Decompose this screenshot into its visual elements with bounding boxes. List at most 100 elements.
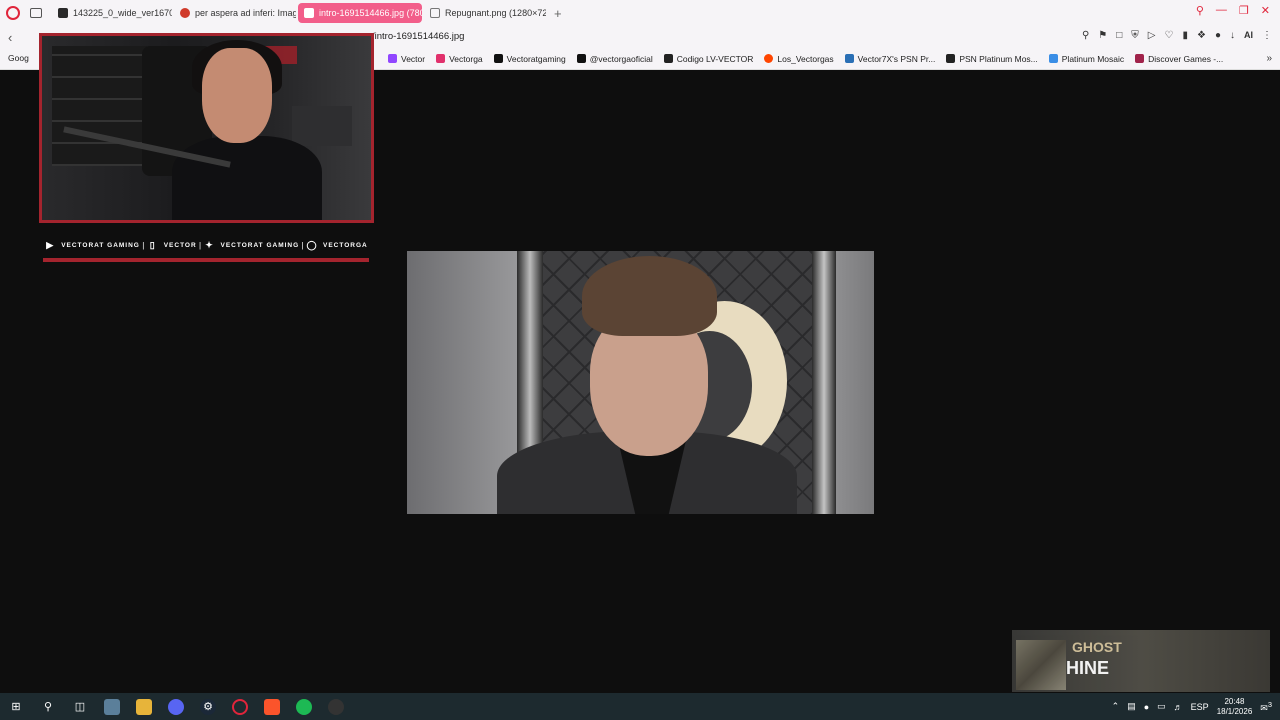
- tab-favicon-icon: [430, 8, 440, 18]
- spotify-icon[interactable]: [296, 698, 312, 715]
- bookmark-item[interactable]: Discover Games -...: [1135, 54, 1223, 64]
- clock[interactable]: 20:48 18/1/2026: [1217, 697, 1253, 717]
- clock-date: 18/1/2026: [1216, 706, 1253, 716]
- display-icon[interactable]: ▭: [1157, 701, 1166, 712]
- tab-label: per aspera ad inferi: Imag: [195, 8, 296, 18]
- network-icon[interactable]: ▤: [1127, 701, 1136, 712]
- play-icon[interactable]: ▷: [1148, 30, 1156, 41]
- social-links-bar: ▶ VECTORAT GAMING | ▯ VECTOR | ✦ VECTORAT G…: [43, 232, 369, 262]
- search-icon[interactable]: ⚲: [40, 699, 56, 715]
- download-icon[interactable]: ↓: [1230, 30, 1235, 41]
- bookmark-item[interactable]: Codigo LV-VECTOR: [663, 54, 753, 64]
- viewed-image: [407, 251, 874, 514]
- address-tools: ⚲ ⚑ □ ⛨ ▷ ♡ ▮ ❖ ● ↓ AI ⋮: [1082, 30, 1272, 41]
- tab-label: Repugnant.png (1280×720: [445, 8, 546, 18]
- bookmark-item[interactable]: PSN Platinum Mos...: [946, 53, 1038, 64]
- bookmark-item[interactable]: @vectorgaoficial: [576, 53, 653, 64]
- tab-bar: 143225_0_wide_ver167054 per aspera ad in…: [0, 0, 1280, 26]
- discord-icon[interactable]: [168, 698, 184, 715]
- bookmark-item[interactable]: Vector: [388, 54, 425, 64]
- taskbar: ⊞ ⚲ ◫ ⚙ ⌃ ▤ ● ▭ ♬ ESP 20:48 18/1/2026 ✉3: [0, 693, 1280, 720]
- tab-favicon-icon: [304, 8, 314, 18]
- bookmark-item[interactable]: Los_Vectorgas: [764, 54, 834, 64]
- bookmark-item[interactable]: Vectorga: [436, 54, 483, 64]
- app-icon[interactable]: [104, 698, 120, 715]
- new-tab-icon[interactable]: +: [554, 6, 562, 21]
- social-label: VECTORAT GAMING: [61, 241, 140, 249]
- games-icon: [1135, 54, 1145, 63]
- twitch-icon: ▯: [149, 239, 156, 250]
- bookmark-item[interactable]: Vectoratgaming: [493, 53, 566, 64]
- social-label: VECTORGA: [323, 241, 368, 249]
- search-tabs-icon[interactable]: ⚲: [1196, 4, 1204, 17]
- language-indicator[interactable]: ESP: [1191, 702, 1209, 712]
- brave-icon[interactable]: [264, 698, 280, 715]
- code-icon: [663, 54, 673, 63]
- extensions-icon[interactable]: ❖: [1197, 30, 1206, 41]
- bookmark-google[interactable]: Goog: [8, 53, 29, 63]
- twitter-icon: ✦: [205, 239, 214, 250]
- close-icon[interactable]: ✕: [1261, 4, 1270, 17]
- volume-icon[interactable]: ♬: [1174, 702, 1183, 712]
- tab-0[interactable]: 143225_0_wide_ver167054: [52, 3, 172, 23]
- tiktok-icon: [576, 54, 586, 63]
- snapshot-icon[interactable]: □: [1116, 30, 1122, 41]
- social-youtube: ▶ VECTORAT GAMING: [44, 240, 140, 250]
- shield-icon[interactable]: ⛨: [1131, 30, 1139, 41]
- chevron-up-icon[interactable]: ⌃: [1112, 701, 1120, 712]
- psn-icon: [946, 54, 956, 63]
- instagram-icon: ◯: [306, 239, 318, 250]
- tab-label: intro-1691514466.jpg (780: [319, 8, 422, 18]
- pin-icon[interactable]: ⚑: [1098, 30, 1107, 41]
- now-playing-artist: GHOST: [1072, 639, 1122, 655]
- social-twitch: ▯ VECTOR: [147, 240, 197, 250]
- notification-count: 3: [1267, 699, 1272, 709]
- heart-icon[interactable]: ♡: [1165, 30, 1174, 41]
- minimize-icon[interactable]: —: [1216, 4, 1227, 17]
- tab-2[interactable]: intro-1691514466.jpg (780: [298, 3, 422, 23]
- bookmark-label: Vectoratgaming: [506, 53, 566, 64]
- reddit-icon: [764, 54, 774, 63]
- bookmark-label: Platinum Mosaic: [1061, 53, 1125, 64]
- social-twitter: ✦ VECTORAT GAMING: [204, 240, 300, 250]
- tab-island-icon[interactable]: [30, 8, 42, 18]
- clock-time: 20:48: [1224, 696, 1245, 706]
- social-label: VECTORAT GAMING: [220, 241, 300, 249]
- url-field[interactable]: /intro-1691514466.jpg: [372, 31, 464, 42]
- system-tray: ⌃ ▤ ● ▭ ♬ ESP 20:48 18/1/2026 ✉3: [1112, 693, 1272, 720]
- menu-icon[interactable]: ⋮: [1262, 30, 1272, 41]
- tab-3[interactable]: Repugnant.png (1280×720: [424, 3, 546, 23]
- bookmark-label: PSN Platinum Mos...: [959, 53, 1038, 64]
- window-controls: ⚲ — ❐ ✕: [1196, 4, 1270, 17]
- bookmark-label: @vectorgaoficial: [589, 53, 653, 64]
- obs-icon[interactable]: [328, 698, 344, 715]
- file-explorer-icon[interactable]: [136, 698, 152, 715]
- steam-icon[interactable]: ⚙: [200, 698, 216, 715]
- bookmark-label: Vector7X's PSN Pr...: [857, 53, 936, 64]
- bookmark-label: Vector: [401, 53, 426, 64]
- microphone-icon[interactable]: ●: [1144, 702, 1149, 712]
- task-view-icon[interactable]: ◫: [72, 699, 88, 715]
- windows-start-icon[interactable]: ⊞: [8, 699, 24, 715]
- zoom-icon[interactable]: ⚲: [1082, 30, 1089, 41]
- opera-icon[interactable]: [232, 698, 248, 715]
- bookmark-item[interactable]: Platinum Mosaic: [1048, 53, 1125, 64]
- sidebar-icon[interactable]: ▮: [1182, 30, 1188, 41]
- now-playing-widget: GHOST HINE: [1012, 630, 1270, 692]
- now-playing-title: HINE: [1066, 658, 1110, 678]
- ai-icon[interactable]: AI: [1244, 30, 1253, 41]
- diamond-icon: [1048, 54, 1058, 63]
- album-art: [1016, 640, 1066, 690]
- notification-icon[interactable]: ✉3: [1260, 700, 1272, 714]
- back-icon[interactable]: ‹: [8, 30, 12, 45]
- account-icon[interactable]: ●: [1215, 30, 1221, 41]
- tab-1[interactable]: per aspera ad inferi: Imag: [174, 3, 296, 23]
- opera-logo-icon[interactable]: [6, 6, 20, 20]
- youtube-icon: ▶: [46, 239, 55, 250]
- chevron-right-icon[interactable]: »: [1266, 53, 1272, 64]
- tab-label: 143225_0_wide_ver167054: [73, 8, 172, 18]
- tab-favicon-icon: [180, 8, 190, 18]
- x-icon: [493, 54, 503, 63]
- bookmark-item[interactable]: Vector7X's PSN Pr...: [844, 53, 936, 64]
- maximize-icon[interactable]: ❐: [1239, 4, 1249, 17]
